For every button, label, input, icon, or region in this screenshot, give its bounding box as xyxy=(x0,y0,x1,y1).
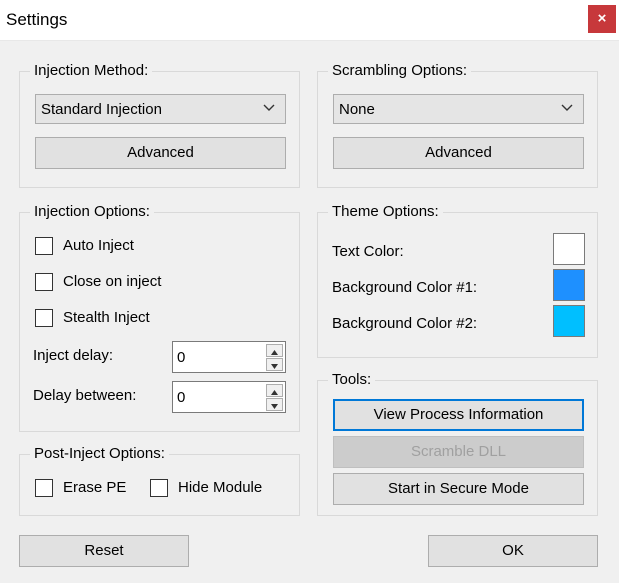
theme-options-legend: Theme Options: xyxy=(328,203,443,220)
stealth-inject-label: Stealth Inject xyxy=(63,309,150,326)
hide-module-label: Hide Module xyxy=(178,479,263,496)
checkbox-box[interactable] xyxy=(150,479,168,497)
arrow-up-icon[interactable] xyxy=(266,344,283,357)
injection-method-group: Injection Method: Standard Injection Adv… xyxy=(19,62,300,188)
injection-method-value: Standard Injection xyxy=(41,101,162,118)
arrow-up-icon[interactable] xyxy=(266,384,283,397)
chevron-down-icon xyxy=(561,104,573,111)
injection-method-legend: Injection Method: xyxy=(30,62,153,79)
erase-pe-label: Erase PE xyxy=(63,479,127,496)
injection-options-group: Injection Options: Auto Inject Close on … xyxy=(19,203,300,432)
title-bar: Settings × xyxy=(0,0,619,41)
text-color-swatch[interactable] xyxy=(553,233,585,265)
delay-between-label: Delay between: xyxy=(33,387,137,404)
inject-delay-spinner[interactable]: 0 xyxy=(172,341,286,373)
background-color-1-swatch[interactable] xyxy=(553,269,585,301)
chevron-down-icon xyxy=(263,104,275,111)
theme-options-group: Theme Options: Text Color: Background Co… xyxy=(317,203,598,358)
scrambling-advanced-button[interactable]: Advanced xyxy=(333,137,584,169)
background-color-1-label: Background Color #1: xyxy=(332,279,478,296)
injection-advanced-button[interactable]: Advanced xyxy=(35,137,286,169)
start-secure-mode-button[interactable]: Start in Secure Mode xyxy=(333,473,584,505)
injection-options-legend: Injection Options: xyxy=(30,203,154,220)
view-process-information-button[interactable]: View Process Information xyxy=(333,399,584,431)
scrambling-options-legend: Scrambling Options: xyxy=(328,62,472,79)
text-color-label: Text Color: xyxy=(332,243,404,260)
tools-group: Tools: View Process Information Scramble… xyxy=(317,371,598,516)
inject-delay-value[interactable]: 0 xyxy=(177,349,185,366)
background-color-2-label: Background Color #2: xyxy=(332,315,478,332)
scrambling-options-group: Scrambling Options: None Advanced xyxy=(317,62,598,188)
scrambling-select[interactable]: None xyxy=(333,94,584,124)
scrambling-value: None xyxy=(339,101,375,118)
ok-button[interactable]: OK xyxy=(428,535,598,567)
scramble-dll-button[interactable]: Scramble DLL xyxy=(333,436,584,468)
checkbox-box[interactable] xyxy=(35,237,53,255)
tools-legend: Tools: xyxy=(328,371,376,388)
post-inject-options-legend: Post-Inject Options: xyxy=(30,445,169,462)
checkbox-box[interactable] xyxy=(35,273,53,291)
checkbox-box[interactable] xyxy=(35,309,53,327)
close-button[interactable]: × xyxy=(588,5,616,33)
checkbox-box[interactable] xyxy=(35,479,53,497)
reset-button[interactable]: Reset xyxy=(19,535,189,567)
post-inject-options-group: Post-Inject Options: Erase PE Hide Modul… xyxy=(19,445,300,516)
inject-delay-label: Inject delay: xyxy=(33,347,114,364)
background-color-2-swatch[interactable] xyxy=(553,305,585,337)
arrow-down-icon[interactable] xyxy=(266,358,283,371)
auto-inject-label: Auto Inject xyxy=(63,237,134,254)
delay-between-value[interactable]: 0 xyxy=(177,389,185,406)
injection-method-select[interactable]: Standard Injection xyxy=(35,94,286,124)
delay-between-spinner[interactable]: 0 xyxy=(172,381,286,413)
close-on-inject-label: Close on inject xyxy=(63,273,162,290)
close-icon: × xyxy=(597,10,607,27)
arrow-down-icon[interactable] xyxy=(266,398,283,411)
window-title: Settings xyxy=(6,10,68,29)
